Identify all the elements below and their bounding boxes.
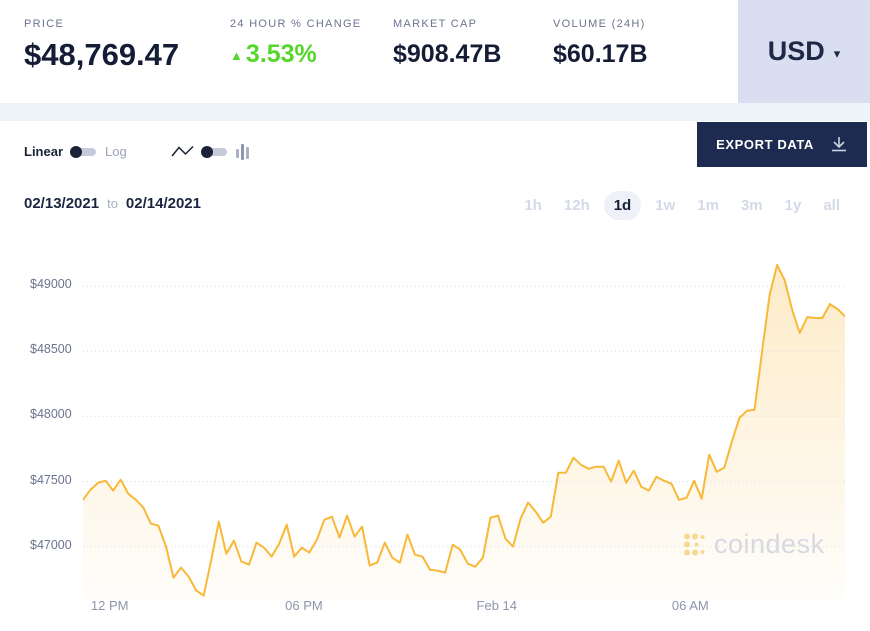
y-axis-label: $48500 xyxy=(30,342,82,356)
chart-type-icons xyxy=(171,143,249,160)
price-area-fill xyxy=(83,265,845,600)
chart-type-toggle[interactable] xyxy=(203,148,227,156)
market-cap-value: $908.47B xyxy=(393,40,553,69)
bar-chart-icon[interactable] xyxy=(236,143,249,160)
y-axis-label: $47500 xyxy=(30,473,82,487)
x-axis-label: 06 AM xyxy=(672,598,709,613)
price-label: PRICE xyxy=(24,18,230,30)
stat-market-cap: MARKET CAP $908.47B xyxy=(393,18,553,73)
x-axis-label: 12 PM xyxy=(91,598,129,613)
export-data-label: EXPORT DATA xyxy=(716,137,814,152)
range-button-1w[interactable]: 1w xyxy=(647,191,683,220)
date-range: 02/13/2021 to 02/14/2021 xyxy=(24,195,201,212)
currency-value: USD xyxy=(768,36,825,67)
range-button-1y[interactable]: 1y xyxy=(777,191,810,220)
change-label: 24 HOUR % CHANGE xyxy=(230,18,393,30)
range-button-1d[interactable]: 1d xyxy=(604,191,642,220)
export-data-button[interactable]: EXPORT DATA xyxy=(697,122,867,167)
y-axis-label: $47000 xyxy=(30,538,82,552)
range-button-3m[interactable]: 3m xyxy=(733,191,771,220)
y-axis-label: $49000 xyxy=(30,277,82,291)
price-value: $48,769.47 xyxy=(24,37,230,73)
stat-change: 24 HOUR % CHANGE ▲3.53% xyxy=(230,18,393,73)
date-start[interactable]: 02/13/2021 xyxy=(24,195,99,212)
stat-price: PRICE $48,769.47 xyxy=(24,18,230,73)
volume-value: $60.17B xyxy=(553,40,648,69)
line-chart-icon[interactable] xyxy=(171,144,194,159)
chart-toolbar: Linear Log xyxy=(24,143,249,160)
toggle-knob xyxy=(70,146,82,158)
volume-label: VOLUME (24H) xyxy=(553,18,648,30)
x-axis-label: Feb 14 xyxy=(477,598,517,613)
change-value: 3.53% xyxy=(246,40,317,68)
download-icon xyxy=(830,136,848,153)
date-separator: to xyxy=(107,196,118,211)
up-arrow-icon: ▲ xyxy=(230,48,243,63)
price-chart-svg[interactable] xyxy=(83,255,845,600)
stats-header: PRICE $48,769.47 24 HOUR % CHANGE ▲3.53%… xyxy=(0,0,870,103)
currency-selector[interactable]: USD ▾ xyxy=(738,0,870,103)
scale-toggle[interactable] xyxy=(72,148,96,156)
range-button-1h[interactable]: 1h xyxy=(516,191,550,220)
toggle-knob xyxy=(201,146,213,158)
stat-volume: VOLUME (24H) $60.17B xyxy=(553,18,648,73)
x-axis-label: 06 PM xyxy=(285,598,323,613)
range-button-all[interactable]: all xyxy=(815,191,848,220)
range-button-12h[interactable]: 12h xyxy=(556,191,598,220)
change-value-wrap: ▲3.53% xyxy=(230,40,393,69)
range-buttons: 1h12h1d1w1m3m1yall xyxy=(516,191,848,220)
market-cap-label: MARKET CAP xyxy=(393,18,553,30)
y-axis-label: $48000 xyxy=(30,407,82,421)
caret-down-icon: ▾ xyxy=(834,46,841,62)
range-button-1m[interactable]: 1m xyxy=(689,191,727,220)
log-label: Log xyxy=(105,144,127,159)
date-end[interactable]: 02/14/2021 xyxy=(126,195,201,212)
chart-panel: EXPORT DATA Linear Log 02/13/2021 to 02/… xyxy=(0,121,870,631)
linear-label: Linear xyxy=(24,144,63,159)
